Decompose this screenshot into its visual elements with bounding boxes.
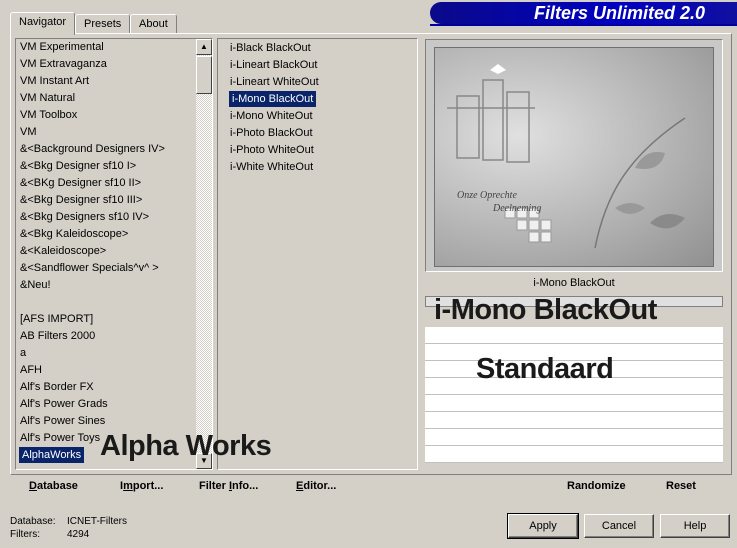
category-item[interactable]: AlphaWorks xyxy=(19,447,85,463)
parameter-row[interactable] xyxy=(425,395,723,412)
category-item[interactable]: a xyxy=(20,345,26,361)
tab-navigator[interactable]: Navigator xyxy=(10,12,76,35)
preview-artwork xyxy=(447,64,686,249)
filter-item[interactable]: i-White WhiteOut xyxy=(230,159,313,175)
preview-text-1: Onze Oprechte xyxy=(457,190,517,201)
filters-count-status: Filters: 4294 xyxy=(10,529,90,540)
preview-text-2: Deelneming xyxy=(493,203,542,214)
import-button[interactable]: Import... xyxy=(120,480,163,492)
category-item[interactable]: VM Extravaganza xyxy=(20,56,107,72)
filter-item[interactable]: i-Lineart WhiteOut xyxy=(230,74,319,90)
filter-item[interactable]: i-Photo WhiteOut xyxy=(230,142,314,158)
category-item[interactable]: VM Experimental xyxy=(20,39,104,55)
tab-about[interactable]: About xyxy=(130,14,177,34)
category-item[interactable]: AB Filters 2000 xyxy=(20,328,95,344)
apply-button[interactable]: Apply xyxy=(507,513,579,539)
database-button[interactable]: Database xyxy=(29,480,78,492)
category-item[interactable]: Alf's Border FX xyxy=(20,379,94,395)
category-item[interactable]: [AFS IMPORT] xyxy=(20,311,93,327)
category-item[interactable]: Alf's Power Grads xyxy=(20,396,108,412)
category-item[interactable]: Alf's Power Sines xyxy=(20,413,105,429)
category-item[interactable]: VM Instant Art xyxy=(20,73,89,89)
filter-list[interactable]: i-Black BlackOut i-Lineart BlackOut i-Line… xyxy=(217,38,418,470)
app-title-banner: Filters Unlimited 2.0 xyxy=(430,2,737,24)
category-item[interactable]: &<Bkg Designer sf10 I> xyxy=(20,158,136,174)
tab-presets[interactable]: Presets xyxy=(75,14,131,34)
filter-item[interactable]: i-Lineart BlackOut xyxy=(230,57,317,73)
category-item[interactable]: &<Background Designers IV> xyxy=(20,141,165,157)
parameter-area[interactable] xyxy=(425,327,723,470)
category-item[interactable]: &<Sandflower Specials^v^ > xyxy=(20,260,159,276)
category-item[interactable]: Alf's Power Toys xyxy=(20,430,100,446)
preview-image: Onze Oprechte Deelneming xyxy=(434,47,714,267)
category-list[interactable]: VM Experimental VM Extravaganza VM Instant… xyxy=(15,38,213,470)
scroll-thumb[interactable] xyxy=(196,56,212,94)
database-status: Database: ICNET-Filters xyxy=(10,516,127,527)
randomize-button[interactable]: Randomize xyxy=(567,480,626,492)
category-item[interactable]: &<Bkg Kaleidoscope> xyxy=(20,226,128,242)
reset-button[interactable]: Reset xyxy=(666,480,696,492)
overlay-filter-name: i-Mono BlackOut xyxy=(434,294,657,326)
category-item[interactable]: &Neu! xyxy=(20,277,51,293)
app-title: Filters Unlimited 2.0 xyxy=(533,3,705,23)
editor-button[interactable]: Editor... xyxy=(296,480,336,492)
category-item[interactable]: &<Bkg Designers sf10 IV> xyxy=(20,209,149,225)
parameter-row[interactable] xyxy=(425,412,723,429)
cancel-button[interactable]: Cancel xyxy=(584,514,654,538)
filter-info-button[interactable]: Filter Info... xyxy=(199,480,258,492)
parameter-row[interactable] xyxy=(425,446,723,463)
category-item[interactable]: &<BKg Designer sf10 II> xyxy=(20,175,141,191)
filter-item[interactable]: i-Mono WhiteOut xyxy=(230,108,313,124)
scroll-up-button[interactable]: ▲ xyxy=(196,39,212,55)
title-underline xyxy=(430,24,737,26)
preview-caption: i-Mono BlackOut xyxy=(533,277,615,289)
preview-frame: Onze Oprechte Deelneming xyxy=(425,39,723,272)
category-item[interactable]: VM Natural xyxy=(20,90,75,106)
category-item[interactable]: VM xyxy=(20,124,37,140)
category-item[interactable]: AFH xyxy=(20,362,42,378)
overlay-category-name: Alpha Works xyxy=(100,430,272,462)
category-item[interactable]: &<Bkg Designer sf10 III> xyxy=(20,192,142,208)
category-scrollbar[interactable]: ▲ ▼ xyxy=(196,39,212,469)
filter-item[interactable]: i-Photo BlackOut xyxy=(230,125,313,141)
filter-item[interactable]: i-Mono BlackOut xyxy=(229,91,317,107)
parameter-row[interactable] xyxy=(425,429,723,446)
category-item[interactable]: &<Kaleidoscope> xyxy=(20,243,106,259)
category-item[interactable]: VM Toolbox xyxy=(20,107,77,123)
filter-item[interactable]: i-Black BlackOut xyxy=(230,40,311,56)
help-button[interactable]: Help xyxy=(660,514,730,538)
parameter-row[interactable] xyxy=(425,327,723,344)
overlay-preset-name: Standaard xyxy=(476,353,614,385)
